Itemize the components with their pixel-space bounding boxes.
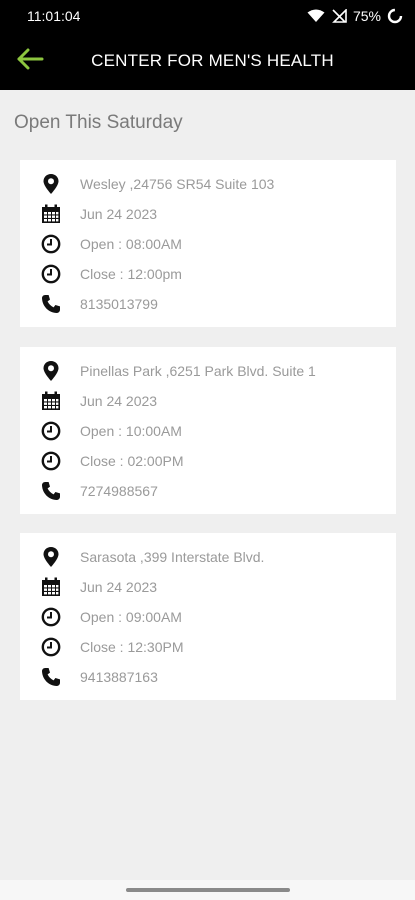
date-text: Jun 24 2023	[80, 206, 158, 222]
app-bar: CENTER FOR MEN'S HEALTH	[0, 32, 415, 90]
location-card: Sarasota ,399 Interstate Blvd. Jun 24 20…	[20, 533, 396, 700]
address-row: Pinellas Park ,6251 Park Blvd. Suite 1	[20, 356, 396, 386]
address-text: Pinellas Park ,6251 Park Blvd. Suite 1	[80, 363, 316, 379]
address-row: Sarasota ,399 Interstate Blvd.	[20, 542, 396, 572]
clock-icon	[40, 606, 62, 628]
phone-row[interactable]: 8135013799	[20, 289, 396, 319]
calendar-icon	[40, 390, 62, 412]
map-pin-icon	[40, 546, 62, 568]
clock-icon	[40, 420, 62, 442]
close-time-text: Close : 12:30PM	[80, 639, 184, 655]
open-time-text: Open : 08:00AM	[80, 236, 182, 252]
close-time-row: Close : 02:00PM	[20, 446, 396, 476]
status-time: 11:01:04	[27, 8, 81, 24]
phone-text[interactable]: 8135013799	[80, 296, 158, 312]
map-pin-icon	[40, 173, 62, 195]
arrow-left-icon	[16, 48, 44, 75]
phone-row[interactable]: 7274988567	[20, 476, 396, 506]
date-text: Jun 24 2023	[80, 579, 158, 595]
date-row: Jun 24 2023	[20, 386, 396, 416]
phone-text[interactable]: 9413887163	[80, 669, 158, 685]
close-time-row: Close : 12:00pm	[20, 259, 396, 289]
page-title: CENTER FOR MEN'S HEALTH	[91, 51, 334, 70]
phone-icon	[40, 293, 62, 315]
clock-icon	[40, 263, 62, 285]
battery-icon	[387, 8, 403, 24]
status-icons: 75%	[307, 8, 403, 24]
back-button[interactable]	[16, 48, 44, 74]
battery-percent: 75%	[352, 8, 381, 24]
open-time-text: Open : 10:00AM	[80, 423, 182, 439]
open-time-row: Open : 09:00AM	[20, 602, 396, 632]
date-row: Jun 24 2023	[20, 572, 396, 602]
phone-row[interactable]: 9413887163	[20, 662, 396, 692]
address-row: Wesley ,24756 SR54 Suite 103	[20, 169, 396, 199]
nav-bar	[0, 880, 415, 900]
open-time-row: Open : 10:00AM	[20, 416, 396, 446]
wifi-icon	[307, 9, 325, 23]
close-time-row: Close : 12:30PM	[20, 632, 396, 662]
location-card: Wesley ,24756 SR54 Suite 103 Jun 24 2023	[20, 160, 396, 327]
map-pin-icon	[40, 360, 62, 382]
location-card: Pinellas Park ,6251 Park Blvd. Suite 1 J…	[20, 347, 396, 514]
address-text: Wesley ,24756 SR54 Suite 103	[80, 176, 275, 192]
calendar-icon	[40, 576, 62, 598]
clock-icon	[40, 450, 62, 472]
clock-icon	[40, 233, 62, 255]
close-time-text: Close : 02:00PM	[80, 453, 184, 469]
date-row: Jun 24 2023	[20, 199, 396, 229]
close-time-text: Close : 12:00pm	[80, 266, 182, 282]
status-bar: 11:01:04 75%	[0, 0, 415, 32]
date-text: Jun 24 2023	[80, 393, 158, 409]
phone-text[interactable]: 7274988567	[80, 483, 158, 499]
phone-icon	[40, 666, 62, 688]
signal-off-icon	[331, 9, 347, 23]
open-time-text: Open : 09:00AM	[80, 609, 182, 625]
open-time-row: Open : 08:00AM	[20, 229, 396, 259]
address-text: Sarasota ,399 Interstate Blvd.	[80, 549, 265, 565]
home-indicator[interactable]	[126, 888, 290, 892]
phone-icon	[40, 480, 62, 502]
clock-icon	[40, 636, 62, 658]
calendar-icon	[40, 203, 62, 225]
section-title: Open This Saturday	[14, 112, 183, 133]
